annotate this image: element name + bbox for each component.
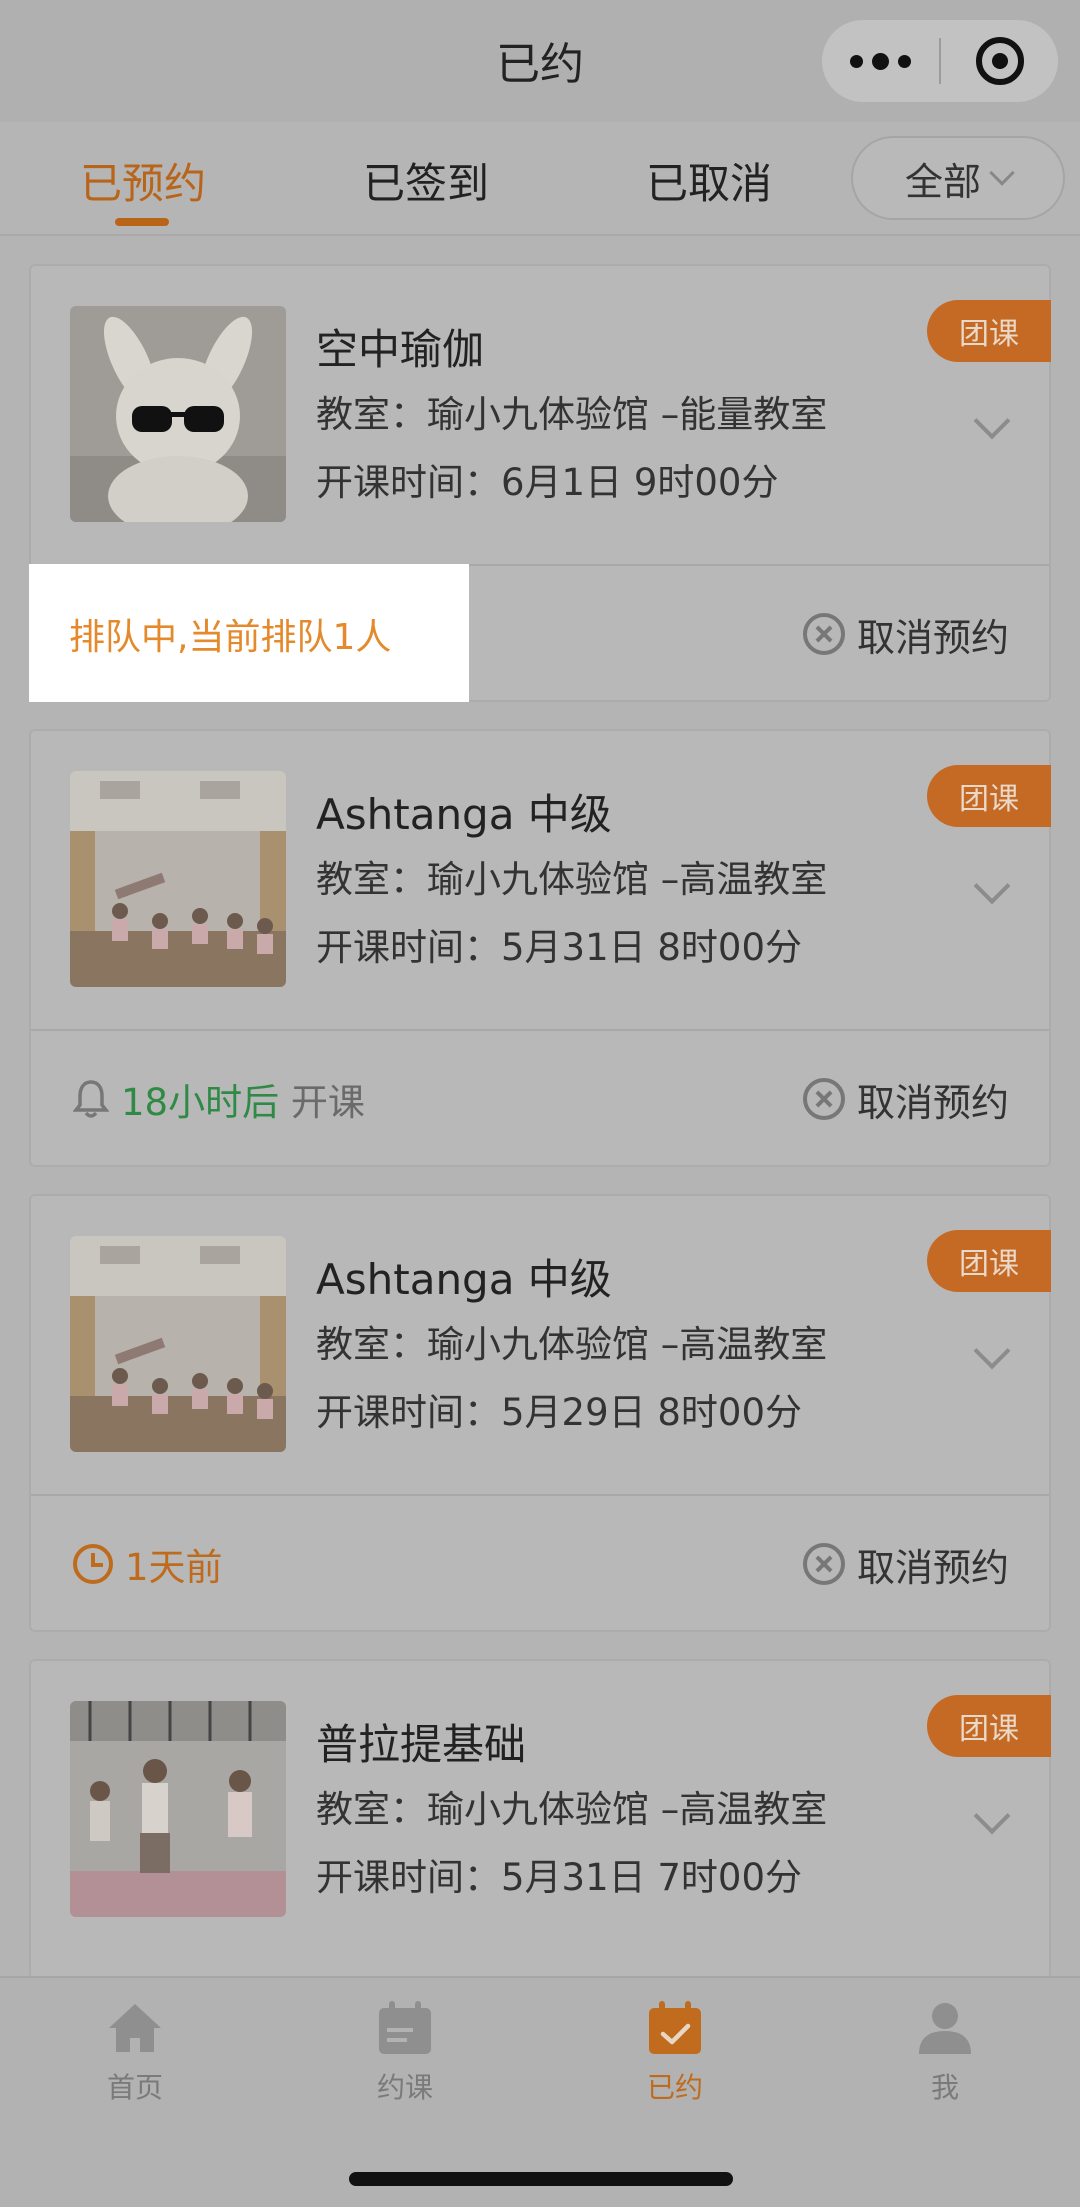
course-thumbnail — [70, 771, 286, 987]
course-name: 空中瑜伽 — [316, 325, 485, 374]
navigation-bar: 已约 — [0, 0, 1080, 122]
filter-label: 全部 — [904, 159, 981, 204]
bell-icon — [72, 1079, 110, 1119]
queue-status-highlight: 排队中,当前排队1人 — [29, 564, 469, 702]
card-info[interactable]: Ashtanga 中级 教室：瑜小九体验馆 –高温教室 开课时间：5月31日 8… — [31, 731, 1051, 1029]
cancel-booking-label: 取消预约 — [856, 1080, 1009, 1125]
countdown-suffix: 开课 — [279, 1081, 365, 1124]
card-actions: 1天前 取消预约 — [31, 1494, 1049, 1630]
card-info[interactable]: Ashtanga 中级 教室：瑜小九体验馆 –高温教室 开课时间：5月29日 8… — [31, 1196, 1051, 1494]
course-thumbnail — [70, 306, 286, 522]
cancel-booking-label: 取消预约 — [856, 1545, 1009, 1590]
group-class-badge: 团课 — [927, 1230, 1051, 1292]
group-class-badge: 团课 — [927, 765, 1051, 827]
tabbar-item-me[interactable]: 我 — [875, 1998, 1015, 2106]
class-elapsed: 1天前 — [73, 1536, 223, 1592]
cancel-booking-button[interactable]: 取消预约 — [802, 1536, 1009, 1592]
home-indicator — [349, 2172, 733, 2186]
classroom-text: 教室：瑜小九体验馆 –高温教室 — [316, 858, 828, 901]
course-thumbnail — [70, 1236, 286, 1452]
user-icon — [915, 1998, 975, 2058]
chevron-down-icon[interactable] — [973, 1332, 1011, 1370]
mini-program-capsule — [822, 20, 1058, 102]
booking-card[interactable]: Ashtanga 中级 教室：瑜小九体验馆 –高温教室 开课时间：5月31日 8… — [29, 729, 1051, 1167]
booking-card[interactable]: Ashtanga 中级 教室：瑜小九体验馆 –高温教室 开课时间：5月29日 8… — [29, 1194, 1051, 1632]
course-name: 普拉提基础 — [316, 1720, 527, 1769]
tabbar-item-home[interactable]: 首页 — [65, 1998, 205, 2106]
tabbar-label: 首页 — [106, 2071, 163, 2104]
group-class-badge: 团课 — [927, 1695, 1051, 1757]
tab-booked[interactable]: 已预约 — [80, 150, 206, 211]
tab-cancelled[interactable]: 已取消 — [646, 150, 772, 211]
class-time-text: 开课时间：6月1日 9时00分 — [316, 461, 779, 504]
queue-status-text: 排队中,当前排队1人 — [69, 617, 392, 658]
course-name: Ashtanga 中级 — [316, 790, 612, 839]
close-mini-program-icon[interactable] — [941, 20, 1058, 102]
cancel-circle-icon — [802, 1078, 845, 1120]
chevron-down-icon[interactable] — [973, 402, 1011, 440]
cancel-circle-icon — [802, 1543, 845, 1585]
class-time-text: 开课时间：5月29日 8时00分 — [316, 1391, 803, 1434]
course-thumbnail — [70, 1701, 286, 1917]
course-name: Ashtanga 中级 — [316, 1255, 612, 1304]
chevron-down-icon — [989, 160, 1015, 186]
elapsed-text: 1天前 — [125, 1546, 223, 1589]
cancel-booking-button[interactable]: 取消预约 — [802, 606, 1009, 662]
card-actions: 排队中,当前排队1人 取消预约 — [29, 564, 1049, 702]
booking-card[interactable]: 空中瑜伽 教室：瑜小九体验馆 –能量教室 开课时间：6月1日 9时00分 团课 … — [29, 264, 1051, 702]
active-tab-indicator — [115, 218, 169, 226]
more-options-icon[interactable] — [822, 20, 939, 102]
cancel-booking-label: 取消预约 — [856, 615, 1009, 660]
filter-dropdown[interactable]: 全部 — [851, 136, 1065, 220]
tabbar-label: 约课 — [376, 2071, 433, 2104]
class-time-text: 开课时间：5月31日 8时00分 — [316, 926, 803, 969]
home-icon — [105, 1998, 165, 2058]
tabbar-label: 已约 — [646, 2071, 703, 2104]
cancel-booking-button[interactable]: 取消预约 — [802, 1071, 1009, 1127]
group-class-badge: 团课 — [927, 300, 1051, 362]
classroom-text: 教室：瑜小九体验馆 –高温教室 — [316, 1323, 828, 1366]
tabbar-item-booked[interactable]: 已约 — [605, 1998, 745, 2106]
class-countdown: 18小时后 开课 — [72, 1071, 365, 1127]
card-info[interactable]: 普拉提基础 教室：瑜小九体验馆 –高温教室 开课时间：5月31日 7时00分 团… — [31, 1661, 1051, 1959]
tabbar-item-book-class[interactable]: 约课 — [335, 1998, 475, 2106]
booking-card[interactable]: 普拉提基础 教室：瑜小九体验馆 –高温教室 开课时间：5月31日 7时00分 团… — [29, 1659, 1051, 1979]
tabbar-label: 我 — [930, 2071, 959, 2104]
classroom-text: 教室：瑜小九体验馆 –能量教室 — [316, 393, 828, 436]
clock-icon — [73, 1544, 113, 1584]
class-time-text: 开课时间：5月31日 7时00分 — [316, 1856, 803, 1899]
calendar-check-icon — [645, 1998, 705, 2058]
card-info[interactable]: 空中瑜伽 教室：瑜小九体验馆 –能量教室 开课时间：6月1日 9时00分 团课 — [31, 266, 1051, 564]
countdown-text: 18小时后 — [121, 1081, 280, 1124]
calendar-icon — [375, 1998, 435, 2058]
card-actions: 18小时后 开课 取消预约 — [31, 1029, 1049, 1165]
tab-checked-in[interactable]: 已签到 — [363, 150, 489, 211]
cancel-circle-icon — [802, 613, 845, 655]
classroom-text: 教室：瑜小九体验馆 –高温教室 — [316, 1788, 828, 1831]
chevron-down-icon[interactable] — [973, 867, 1011, 905]
chevron-down-icon[interactable] — [973, 1797, 1011, 1835]
status-tabs: 已预约 已签到 已取消 全部 — [0, 122, 1080, 236]
